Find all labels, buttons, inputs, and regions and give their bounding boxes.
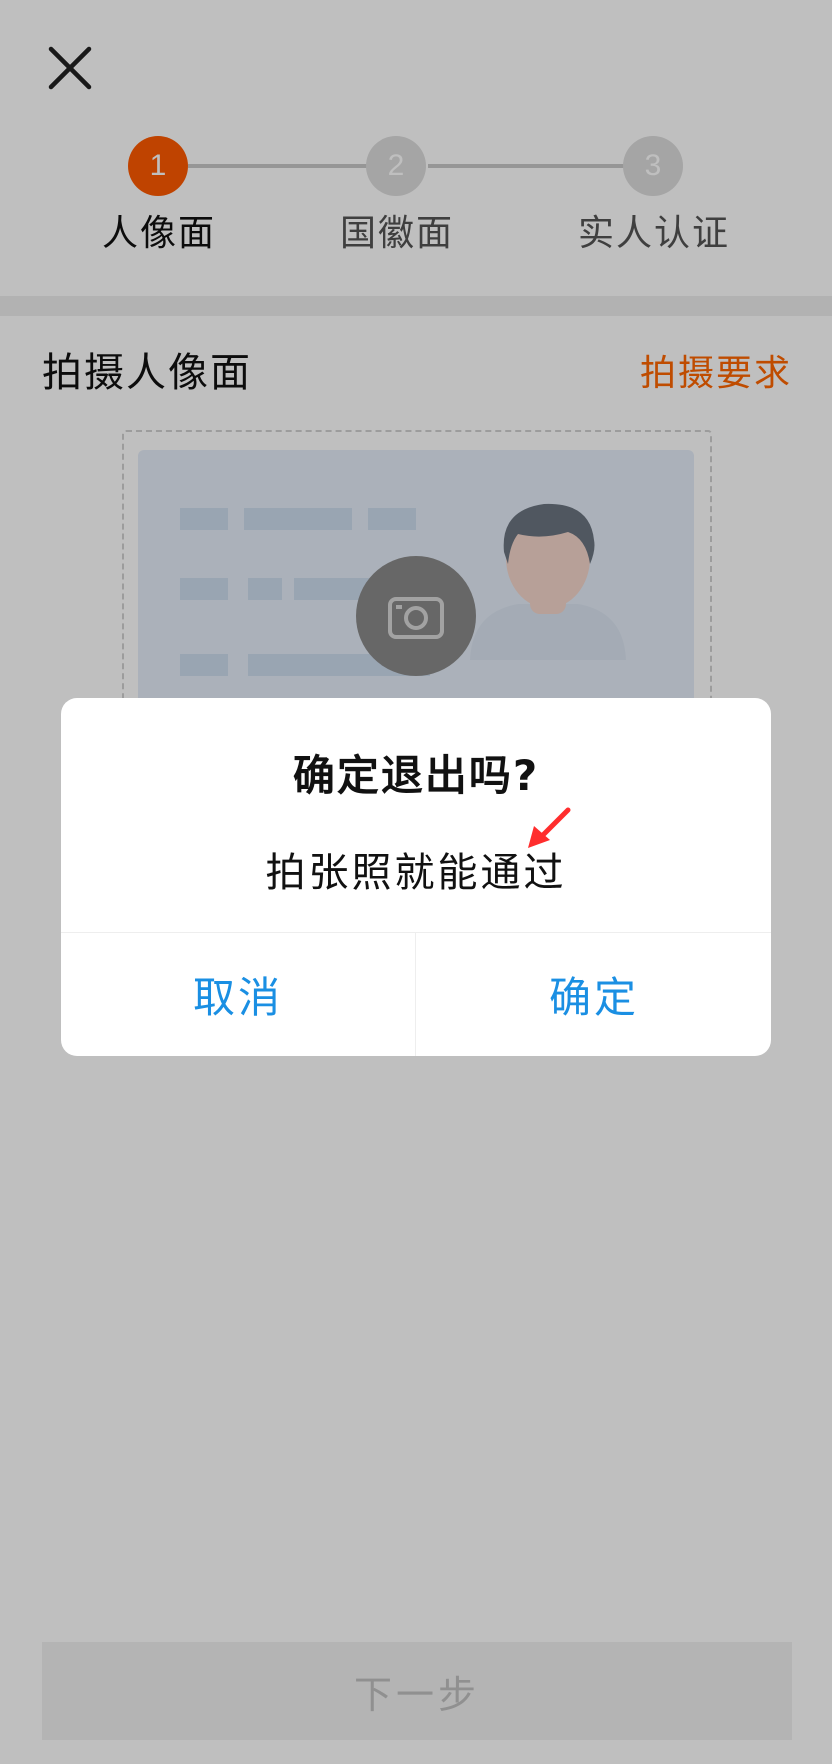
dialog-message: 拍张照就能通过 bbox=[265, 850, 567, 896]
confirm-button[interactable]: 确定 bbox=[417, 933, 771, 1056]
exit-confirm-dialog: 确定退出吗? 拍张照就能通过 取消 确定 bbox=[61, 698, 771, 1056]
dialog-title: 确定退出吗? bbox=[292, 751, 540, 800]
cancel-button[interactable]: 取消 bbox=[61, 933, 415, 1056]
red-arrow-icon bbox=[528, 807, 571, 848]
dialog-button-divider bbox=[415, 932, 416, 1056]
